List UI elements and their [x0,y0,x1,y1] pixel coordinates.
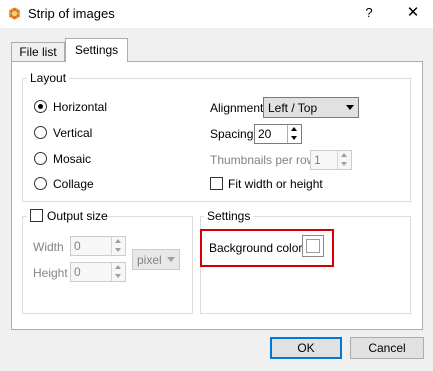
color-preview [306,239,320,253]
ok-button[interactable]: OK [270,337,342,359]
arrow-up-icon [115,265,121,269]
arrow-down-icon [115,274,121,278]
settings-group-label: Settings [204,209,254,223]
spacing-value[interactable]: 20 [258,127,271,141]
app-icon [8,6,21,21]
chevron-down-icon [167,257,175,262]
background-color-swatch[interactable] [302,235,324,257]
width-value: 0 [74,239,81,253]
spacing-spin-buttons[interactable] [287,125,301,143]
height-label: Height [33,266,68,280]
arrow-down-icon[interactable] [291,136,297,140]
radio-mosaic-label[interactable]: Mosaic [53,152,91,166]
radio-collage-label[interactable]: Collage [53,177,94,191]
help-button[interactable]: ? [358,2,380,24]
height-value: 0 [74,265,81,279]
fit-width-height-label[interactable]: Fit width or height [228,177,323,191]
tab-settings[interactable]: Settings [65,38,128,62]
width-label: Width [33,240,64,254]
tab-file-list[interactable]: File list [11,42,65,62]
width-spin-buttons [111,237,125,255]
radio-mosaic[interactable] [34,152,47,165]
cancel-button[interactable]: Cancel [350,337,424,359]
window-title: Strip of images [28,6,115,21]
radio-vertical[interactable] [34,126,47,139]
output-size-label[interactable]: Output size [47,209,108,223]
thumbnails-spin-buttons [337,151,351,169]
height-stepper: 0 [70,262,126,282]
output-size-checkbox[interactable] [30,209,43,222]
alignment-label: Alignment [210,101,264,115]
spacing-stepper[interactable]: 20 [254,124,302,144]
arrow-down-icon [341,162,347,166]
arrow-down-icon [115,248,121,252]
background-color-label: Background color [209,241,303,255]
height-spin-buttons [111,263,125,281]
radio-horizontal[interactable] [34,100,47,113]
thumbnails-per-row-stepper: 1 [310,150,352,170]
arrow-up-icon [341,153,347,157]
spacing-label: Spacing [210,127,254,141]
alignment-value: Left / Top [268,101,318,115]
fit-width-height-checkbox[interactable] [210,177,223,190]
radio-collage[interactable] [34,177,47,190]
layout-group-label: Layout [27,71,70,85]
thumbnails-per-row-value: 1 [314,153,321,167]
chevron-down-icon [346,105,354,110]
alignment-combobox[interactable]: Left / Top [263,97,359,118]
radio-vertical-label[interactable]: Vertical [53,126,92,140]
thumbnails-per-row-label: Thumbnails per row [210,153,316,167]
unit-value: pixel [137,253,162,267]
arrow-up-icon[interactable] [291,127,297,131]
radio-horizontal-label[interactable]: Horizontal [53,100,107,114]
unit-combobox: pixel [132,249,180,270]
close-button[interactable]: ✕ [402,2,424,24]
width-stepper: 0 [70,236,126,256]
title-bar: Strip of images ? ✕ [0,0,433,28]
arrow-up-icon [115,239,121,243]
